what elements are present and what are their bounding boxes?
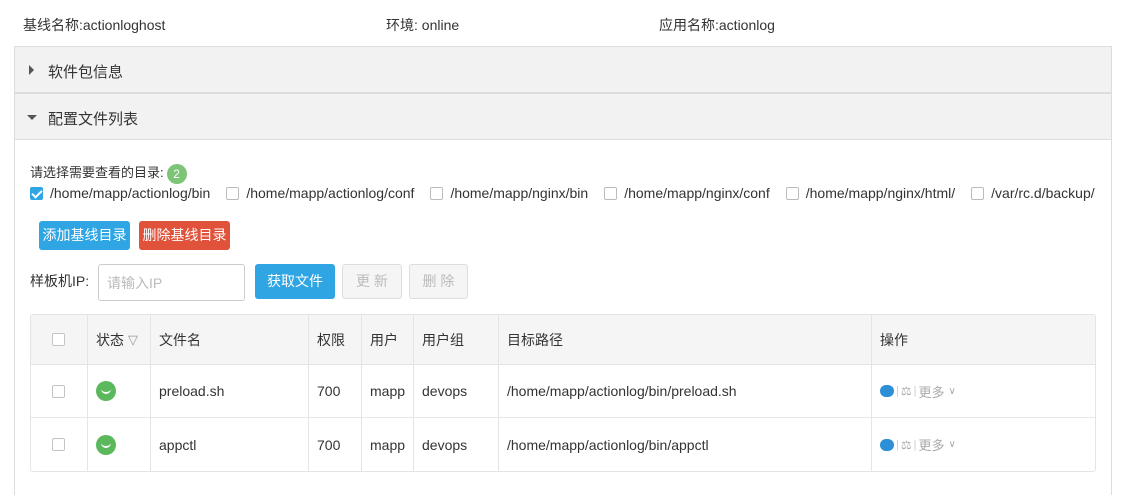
cell-group: devops [422,436,468,453]
app-name: 应用名称:actionlog [659,17,775,33]
row-actions: | ⚖ | 更多 ∨ [880,382,956,401]
cloud-download-icon[interactable] [880,438,894,451]
software-info-title: 软件包信息 [48,64,124,81]
directory-checkbox-group: /home/mapp/actionlog/bin/home/mapp/actio… [30,185,1111,205]
header-status[interactable]: 状态 ▽ [88,315,138,364]
cell-filename: preload.sh [159,383,225,399]
directory-option[interactable]: /var/rc.d/backup/ [971,185,1095,201]
directory-option[interactable]: /home/mapp/actionlog/conf [226,185,414,201]
chevron-down-icon[interactable]: ∨ [949,439,956,450]
filter-icon[interactable]: ▽ [128,332,138,348]
row-select-cell [44,418,65,471]
fetch-files-button[interactable]: 获取文件 [255,264,335,299]
directory-option[interactable]: /home/mapp/actionlog/bin [30,185,210,201]
table-header: 状态 ▽ 文件名 权限 用户 用户组 目标路径 操作 [31,315,1095,365]
directory-option[interactable]: /home/mapp/nginx/bin [430,185,588,201]
sample-ip-input[interactable] [98,264,245,301]
add-baseline-dir-button[interactable]: 添加基线目录 [39,221,130,250]
update-button[interactable]: 更 新 [342,264,402,299]
separator: | [896,385,899,397]
cell-target: /home/mapp/actionlog/bin/appctl [507,436,709,453]
separator: | [913,385,917,397]
cell-filename: appctl [159,436,197,453]
row-status-cell [88,365,116,417]
header-group: 用户组 [422,331,464,348]
directory-option[interactable]: /home/mapp/nginx/html/ [785,185,956,201]
separator: | [896,438,899,451]
baseline-name: 基线名称:actionloghost [23,17,166,33]
directory-checkbox[interactable] [971,186,985,200]
cell-target: /home/mapp/actionlog/bin/preload.sh [507,383,737,399]
directory-path: /home/mapp/nginx/conf [624,185,770,201]
dir-select-label: 请选择需要查看的目录: 2 [30,162,187,184]
directory-path: /home/mapp/actionlog/conf [246,185,415,201]
header-target: 目标路径 [507,331,563,348]
row-ops-cell: | ⚖ | 更多 ∨ [872,418,956,471]
baseline-info-row: 基线名称:actionloghost 环境: online 应用名称:actio… [0,0,1136,46]
software-info-header[interactable]: 软件包信息 [15,47,1111,93]
compare-scale-icon[interactable]: ⚖ [901,438,912,452]
software-info-panel: 软件包信息 [14,46,1112,94]
header-user: 用户 [370,331,398,348]
cell-user: mapp [370,383,406,399]
cell-perm: 700 [317,383,341,399]
directory-path: /var/rc.d/backup/ [991,185,1095,201]
directory-option[interactable]: /home/mapp/nginx/conf [604,185,770,201]
row-status-cell [88,418,116,471]
chevron-down-icon[interactable]: ∨ [949,386,956,397]
more-menu-label[interactable]: 更多 [918,435,944,454]
header-ops: 操作 [880,331,908,348]
row-actions: | ⚖ | 更多 ∨ [880,435,956,454]
row-checkbox[interactable] [52,438,65,451]
directory-checkbox[interactable] [604,186,618,200]
config-files-header[interactable]: 配置文件列表 [15,94,1111,140]
header-perm: 权限 [317,331,345,348]
row-select-cell [44,365,65,417]
header-filename: 文件名 [159,331,201,348]
cell-group: devops [422,383,468,399]
status-ok-icon [96,381,116,401]
select-all-cell [44,315,65,364]
row-checkbox[interactable] [52,384,65,398]
directory-checkbox[interactable] [430,186,444,200]
row-ops-cell: | ⚖ | 更多 ∨ [872,365,956,417]
config-files-table: 状态 ▽ 文件名 权限 用户 用户组 目标路径 操作 preload.sh 700… [30,314,1096,472]
cloud-download-icon[interactable] [880,385,894,397]
status-ok-icon [96,434,116,455]
directory-path: /home/mapp/nginx/bin [450,185,589,201]
directory-checkbox[interactable] [226,186,240,200]
delete-button[interactable]: 删 除 [409,264,468,299]
directory-checkbox[interactable] [785,186,799,200]
table-body: preload.sh 700 mapp devops/home/mapp/action… [31,365,1095,471]
cell-user: mapp [370,436,406,453]
step-badge: 2 [166,163,187,184]
table-row: preload.sh 700 mapp devops/home/mapp/action… [31,365,1095,418]
select-all-checkbox[interactable] [52,333,65,346]
more-menu-label[interactable]: 更多 [918,382,944,401]
directory-path: /home/mapp/nginx/html/ [805,185,956,201]
compare-scale-icon[interactable]: ⚖ [901,384,912,398]
caret-down-icon [27,115,37,120]
config-files-title: 配置文件列表 [48,111,139,128]
directory-checkbox[interactable] [30,186,43,200]
table-row: appctl 700 mapp devops/home/mapp/actionlog/… [31,418,1095,471]
dir-select-text: 请选择需要查看的目录: [30,165,164,180]
directory-path: /home/mapp/actionlog/bin [50,185,211,201]
separator: | [913,438,917,451]
environment: 环境: online [386,17,460,33]
header-status-label: 状态 [96,331,124,348]
caret-right-icon [29,65,34,75]
cell-perm: 700 [317,436,341,453]
delete-baseline-dir-button[interactable]: 删除基线目录 [139,221,230,250]
sample-ip-label: 样板机IP: [30,273,90,289]
